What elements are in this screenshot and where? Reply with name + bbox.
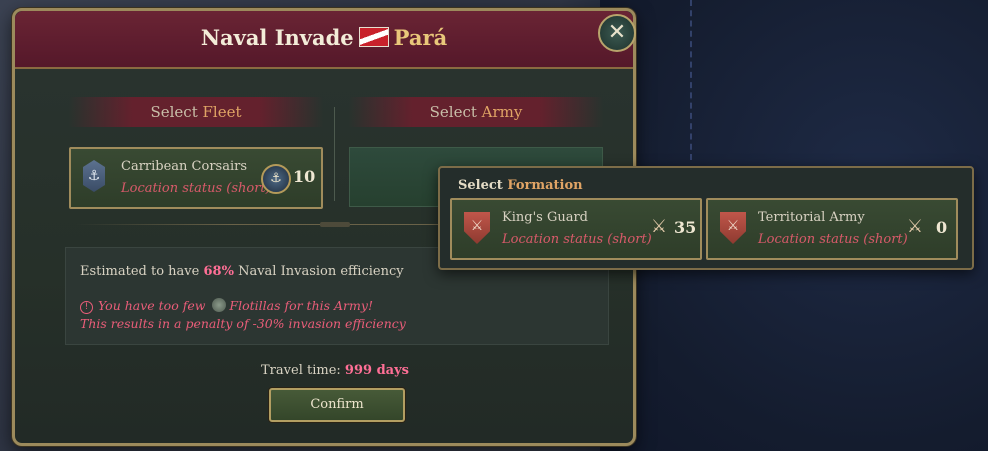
warning-suffix: Flotillas for this Army! [229,298,373,313]
travel-value: 999 days [344,363,409,378]
formation-prefix: Select [458,178,503,193]
formation-location-status: Location status (short) [502,232,652,247]
soldier-icon: ⚔ [906,216,924,237]
army-shield-icon: ⚔ [720,212,746,244]
formation-highlight: Formation [507,178,583,193]
warning-prefix: You have too few [98,298,206,313]
army-shield-icon: ⚔ [464,212,490,244]
formation-name: King's Guard [502,210,588,225]
dialog-title: Naval Invade Pará [15,25,633,50]
efficiency-estimate: Estimated to have 68% Naval Invasion eff… [80,264,404,279]
flotilla-warning: ! You have too few Flotillas for this Arm… [80,298,373,314]
flotilla-icon [212,298,227,312]
select-army-header: Select Army [349,97,603,127]
dialog-header: Naval Invade Pará [15,11,633,69]
fleet-name: Carribean Corsairs [121,159,248,174]
estimate-prefix: Estimated to have [80,264,200,279]
travel-time: Travel time: 999 days [15,363,655,378]
select-fleet-header: Select Fleet [69,97,323,127]
select-fleet-prefix: Select [150,103,198,121]
title-prefix: Naval Invade [200,25,354,50]
formation-location-status: Location status (short) [758,232,908,247]
select-fleet-highlight: Fleet [202,103,242,121]
estimate-suffix: Naval Invasion efficiency [238,264,404,279]
province-name: Pará [393,25,448,50]
province-flag-icon [358,27,389,47]
formation-card-territorial-army[interactable]: ⚔ Territorial Army Location status (shor… [706,198,958,260]
formation-unit-count: 35 [674,218,697,237]
warning-icon: ! [80,301,93,314]
section-divider [334,107,335,201]
travel-label: Travel time: [261,363,341,378]
formation-title: Select Formation [458,178,583,193]
fleet-location-status: Location status (short) [121,181,271,196]
formation-unit-count: 0 [936,218,948,237]
formation-card-kings-guard[interactable]: ⚔ King's Guard Location status (short) ⚔… [450,198,702,260]
efficiency-value: 68% [203,264,234,279]
fleet-ship-count: 10 [293,167,316,186]
ship-icon: ⚓ [261,164,291,194]
select-army-highlight: Army [481,103,523,121]
close-icon[interactable]: ✕ [598,14,636,52]
soldier-icon: ⚔ [650,216,668,237]
fleet-card[interactable]: ⚓ Carribean Corsairs Location status (sh… [69,147,323,209]
penalty-text: This results in a penalty of -30% invasi… [80,316,406,331]
confirm-button[interactable]: Confirm [269,388,405,422]
map-border-line [690,0,694,160]
select-army-prefix: Select [429,103,477,121]
formation-panel: Select Formation ⚔ King's Guard Location… [438,166,974,270]
anchor-icon: ⚓ [83,160,105,192]
formation-name: Territorial Army [758,210,865,225]
